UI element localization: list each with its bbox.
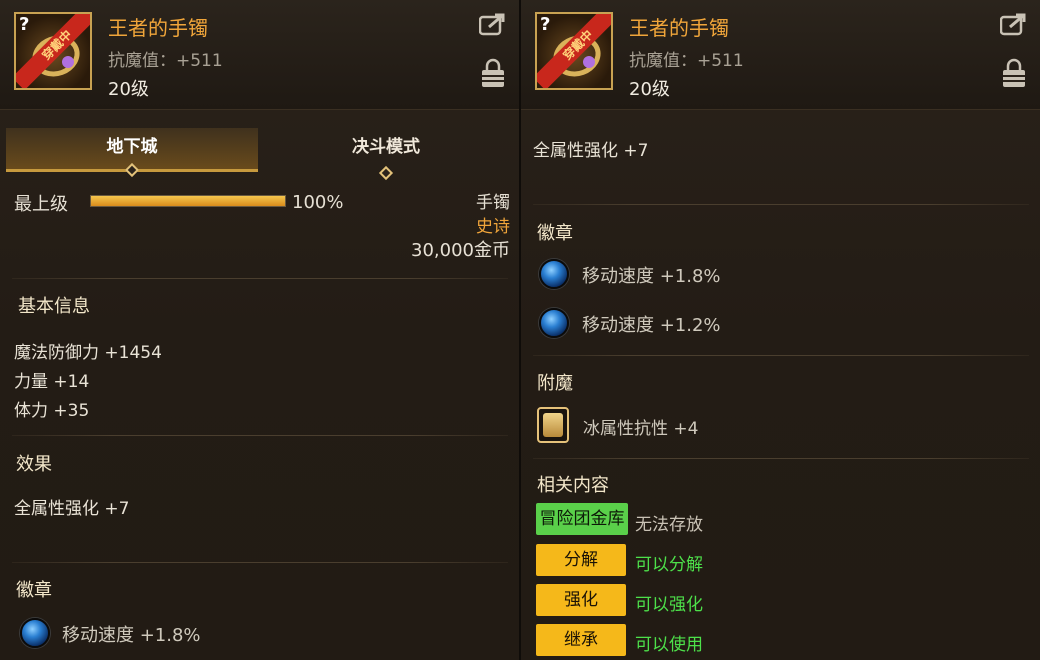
bracelet-item-icon[interactable]: 穿戴中 ? — [14, 12, 92, 90]
question-mark: ? — [19, 14, 30, 35]
effect-line: 全属性强化 +7 — [14, 499, 130, 519]
item-rarity: 史诗 — [476, 217, 510, 237]
tag-disassemble: 分解 — [536, 544, 626, 576]
item-tooltip-right: 穿戴中 ? 王者的手镯 抗魔值：+511 20级 全属性强化 +7 徽章 移动速… — [521, 0, 1040, 660]
related-title: 相关内容 — [537, 475, 609, 496]
tag-inherit: 继承 — [536, 624, 626, 656]
emblems-title: 徽章 — [537, 223, 573, 244]
quality-percent: 100% — [292, 192, 344, 213]
quality-progress-fill — [91, 196, 285, 206]
tab-dungeon-label: 地下城 — [106, 137, 158, 157]
stat-strength: 力量 +14 — [14, 372, 90, 392]
item-header: 穿戴中 ? 王者的手镯 抗魔值：+511 20级 — [0, 0, 519, 110]
related-value: 可以使用 — [635, 635, 703, 655]
related-value: 可以分解 — [635, 555, 703, 575]
item-resist-value: 抗魔值：+511 — [629, 51, 744, 71]
related-value: 可以强化 — [635, 595, 703, 615]
emblem-line: 移动速度 +1.2% — [582, 315, 721, 336]
divider — [533, 458, 1029, 459]
tab-duel-label: 决斗模式 — [352, 137, 420, 157]
blue-emblem-icon — [539, 308, 569, 338]
item-level: 20级 — [629, 79, 670, 100]
basic-info-title: 基本信息 — [18, 296, 90, 317]
enchant-line: 冰属性抗性 +4 — [583, 419, 699, 439]
quality-label: 最上级 — [14, 194, 68, 215]
bracelet-item-icon[interactable]: 穿戴中 ? — [535, 12, 613, 90]
lock-icon[interactable] — [1002, 58, 1026, 88]
quality-row: 最上级 100% 手镯 史诗 30,000金币 — [14, 188, 510, 261]
item-type: 手镯 — [476, 193, 510, 213]
enchant-title: 附魔 — [537, 373, 573, 394]
stat-magic-defense: 魔法防御力 +1454 — [14, 343, 162, 363]
divider — [533, 204, 1029, 205]
tab-diamond-icon — [124, 162, 140, 178]
effects-title: 效果 — [16, 454, 52, 475]
share-icon[interactable] — [479, 12, 507, 36]
enchant-card-icon — [537, 407, 569, 443]
item-tooltip-left: 穿戴中 ? 王者的手镯 抗魔值：+511 20级 地下城 决斗模式 最上级 10… — [0, 0, 519, 660]
tag-reinforce: 强化 — [536, 584, 626, 616]
mode-tabs: 地下城 决斗模式 — [6, 128, 512, 181]
related-value: 无法存放 — [635, 515, 703, 535]
effect-line: 全属性强化 +7 — [533, 141, 649, 161]
share-icon[interactable] — [1000, 12, 1028, 36]
emblems-title: 徽章 — [16, 580, 52, 601]
gem-purple — [62, 56, 74, 68]
item-name: 王者的手镯 — [108, 16, 208, 40]
item-resist-value: 抗魔值：+511 — [108, 51, 223, 71]
blue-emblem-icon — [20, 618, 50, 648]
gem-purple — [583, 56, 595, 68]
emblem-line: 移动速度 +1.8% — [582, 266, 721, 287]
tab-diamond-icon — [378, 165, 394, 181]
divider — [12, 562, 508, 563]
divider — [12, 278, 508, 279]
quality-progress-bar — [90, 195, 286, 207]
blue-emblem-icon — [539, 259, 569, 289]
item-price: 30,000金币 — [411, 240, 510, 261]
tab-duel[interactable]: 决斗模式 — [260, 128, 512, 181]
question-mark: ? — [540, 14, 551, 35]
item-header: 穿戴中 ? 王者的手镯 抗魔值：+511 20级 — [521, 0, 1040, 110]
item-name: 王者的手镯 — [629, 16, 729, 40]
divider — [533, 355, 1029, 356]
tag-adventure-vault: 冒险团金库 — [536, 503, 628, 535]
divider — [12, 435, 508, 436]
item-level: 20级 — [108, 79, 149, 100]
tab-dungeon[interactable]: 地下城 — [6, 128, 258, 178]
stat-vitality: 体力 +35 — [14, 401, 90, 421]
lock-icon[interactable] — [481, 58, 505, 88]
emblem-line: 移动速度 +1.8% — [62, 625, 201, 646]
